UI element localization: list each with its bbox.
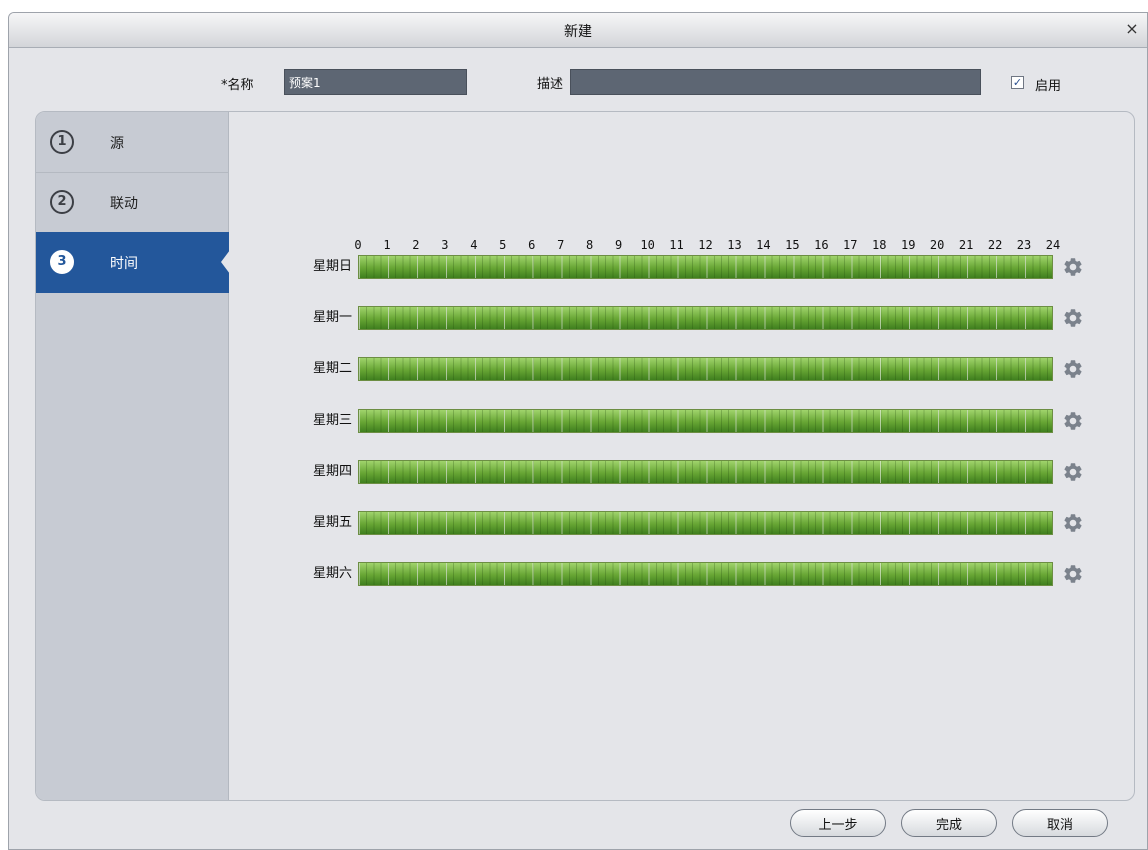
hour-tick-label: 22 [987, 238, 1003, 252]
name-label: *名称 [221, 78, 254, 93]
gear-icon[interactable] [1062, 563, 1084, 585]
wizard-panel: 1 源 2 联动 3 时间 0 1 2 3 4 5 6 7 8 9 10 11 12 13 14 15 16 17… [35, 111, 1135, 801]
hour-tick-label: 14 [756, 238, 771, 252]
gear-icon[interactable] [1062, 512, 1084, 534]
step-label: 时间 [110, 256, 138, 272]
step-number-badge: 3 [50, 250, 74, 274]
previous-button[interactable]: 上一步 [790, 809, 886, 837]
hour-tick-label: 2 [412, 238, 420, 252]
hour-tick-label: 12 [698, 238, 713, 252]
time-schedule-grid: 0 1 2 3 4 5 6 7 8 9 10 11 12 13 14 15 16 17 18 19 20 21 22 23 24… [230, 112, 1134, 800]
day-schedule-bar[interactable] [358, 306, 1053, 331]
dialog-title: 新建 [564, 24, 592, 40]
hour-tick-label: 23 [1016, 238, 1032, 252]
step-number-badge: 1 [50, 130, 74, 154]
day-schedule-bar[interactable] [358, 511, 1053, 535]
new-plan-dialog: 新建 × *名称 描述 ✓ 启用 1 源 2 联动 3 时间 012345678… [8, 12, 1148, 850]
day-schedule-bar[interactable] [358, 459, 1053, 484]
title-bar: 新建 × [9, 13, 1147, 48]
enable-label: 启用 [1035, 79, 1062, 94]
step-linkage[interactable]: 2 联动 [36, 172, 229, 233]
step-label: 源 [110, 136, 124, 152]
finish-button[interactable]: 完成 [901, 809, 997, 837]
gear-icon[interactable] [1062, 256, 1084, 278]
day-label: 星期一 [312, 310, 352, 326]
day-label: 星期日 [312, 259, 352, 274]
hour-tick-label: 21 [958, 238, 974, 252]
enable-checkbox[interactable]: ✓ [1011, 76, 1024, 89]
hour-tick-label: 20 [929, 238, 945, 252]
day-label: 星期六 [312, 566, 352, 582]
step-number-badge: 2 [50, 190, 74, 214]
gear-icon[interactable] [1062, 358, 1084, 380]
gear-icon[interactable] [1062, 307, 1084, 329]
step-time[interactable]: 3 时间 [36, 232, 230, 293]
hour-tick-label: 0 [354, 238, 362, 252]
hour-tick-label: 3 [441, 238, 449, 252]
description-input[interactable] [570, 69, 981, 95]
wizard-steps: 1 源 2 联动 3 时间 [36, 112, 230, 800]
hour-tick-label: 8 [586, 238, 594, 252]
hour-tick-label: 6 [528, 238, 536, 252]
hour-tick-label: 13 [727, 238, 742, 252]
close-icon[interactable]: × [1123, 20, 1141, 38]
cancel-button[interactable]: 取消 [1012, 809, 1108, 837]
day-label: 星期五 [312, 515, 352, 530]
name-input[interactable] [284, 69, 467, 95]
hour-tick-label: 5 [499, 238, 507, 252]
hour-tick-label: 1 [383, 238, 391, 252]
day-schedule-bar[interactable] [358, 255, 1053, 279]
description-label: 描述 [537, 77, 564, 92]
gear-icon[interactable] [1062, 410, 1084, 432]
hour-tick-label: 7 [557, 238, 565, 252]
day-label: 星期二 [312, 361, 352, 377]
day-schedule-bar[interactable] [358, 562, 1053, 587]
hour-tick-label: 24 [1045, 238, 1061, 252]
day-label: 星期四 [312, 463, 352, 479]
day-label: 星期三 [312, 412, 352, 428]
step-label: 联动 [110, 196, 138, 212]
gear-icon[interactable] [1062, 461, 1084, 483]
hour-tick-label: 19 [900, 238, 916, 252]
hour-tick-label: 17 [843, 238, 858, 252]
hour-tick-label: 10 [640, 238, 655, 252]
hour-tick-label: 18 [872, 238, 887, 252]
hour-tick-label: 4 [470, 238, 478, 252]
step-source[interactable]: 1 源 [36, 112, 229, 173]
hour-tick-label: 16 [814, 238, 829, 252]
day-schedule-bar[interactable] [358, 408, 1053, 433]
hour-tick-label: 9 [615, 238, 623, 252]
hour-tick-label: 11 [669, 238, 684, 252]
hour-tick-label: 15 [785, 238, 800, 252]
day-schedule-bar[interactable] [358, 357, 1053, 382]
